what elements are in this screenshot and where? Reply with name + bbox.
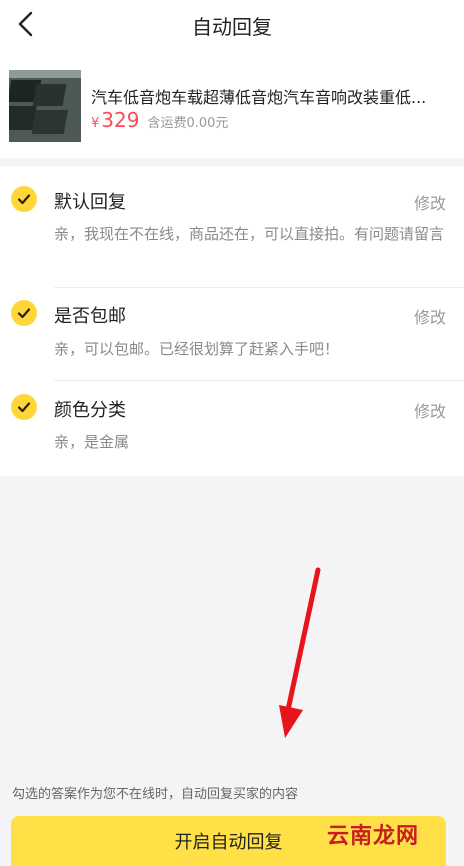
currency-symbol: ¥ (91, 116, 100, 131)
checkbox-checked[interactable] (11, 394, 37, 420)
product-thumbnail (9, 70, 81, 142)
enable-auto-reply-button[interactable]: 开启自动回复 (11, 816, 446, 866)
price-row: ¥ 329 含运费0.00元 (91, 108, 228, 132)
product-name: 汽车低音炮车载超薄低音炮汽车音响改装重低... (91, 88, 427, 107)
check-icon (17, 308, 31, 319)
reply-content: 亲，是金属 (54, 433, 130, 451)
annotation-arrow (279, 567, 321, 738)
top-bar: 自动回复 (0, 0, 464, 50)
reply-title: 默认回复 (54, 192, 126, 213)
product-card[interactable]: 汽车低音炮车载超薄低音炮汽车音响改装重低... ¥ 329 含运费0.00元 (0, 50, 464, 158)
reply-item[interactable]: 默认回复 修改 亲，我现在不在线，商品还在，可以直接拍。有问题请留言 (0, 166, 464, 288)
reply-content: 亲，可以包邮。已经很划算了赶紧入手吧！ (54, 340, 340, 358)
reply-content: 亲，我现在不在线，商品还在，可以直接拍。有问题请留言 (54, 225, 445, 243)
check-icon (17, 194, 31, 205)
product-price: 329 (101, 108, 140, 132)
auto-reply-list: 默认回复 修改 亲，我现在不在线，商品还在，可以直接拍。有问题请留言 是否包邮 … (0, 166, 464, 476)
button-label: 开启自动回复 (174, 832, 283, 853)
reply-title: 颜色分类 (54, 400, 126, 421)
footer-note: 勾选的答案作为您不在线时，自动回复买家的内容 (12, 787, 299, 802)
edit-button[interactable]: 修改 (414, 304, 446, 328)
page-title: 自动回复 (192, 15, 272, 39)
check-icon (17, 402, 31, 413)
checkbox-checked[interactable] (11, 186, 37, 212)
edit-button[interactable]: 修改 (414, 190, 446, 214)
reply-item[interactable]: 颜色分类 修改 亲，是金属 (0, 381, 464, 476)
edit-button[interactable]: 修改 (414, 398, 446, 422)
reply-title: 是否包邮 (54, 306, 126, 327)
reply-item[interactable]: 是否包邮 修改 亲，可以包邮。已经很划算了赶紧入手吧！ (0, 288, 464, 381)
shipping-fee: 含运费0.00元 (147, 116, 229, 131)
checkbox-checked[interactable] (11, 300, 37, 326)
